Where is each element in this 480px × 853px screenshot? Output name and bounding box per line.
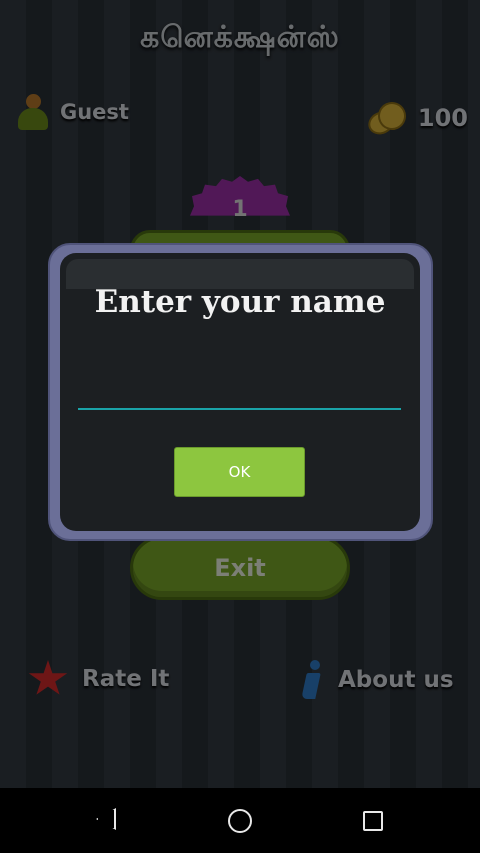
back-icon[interactable]: [96, 808, 116, 830]
dialog-title: Enter your name: [94, 284, 386, 320]
home-icon[interactable]: [228, 809, 252, 833]
background-screen: கனெக்க்ஷன்ஸ் Guest 100 1 Exit Rate It Ab…: [0, 0, 480, 788]
ok-button[interactable]: OK: [174, 447, 305, 497]
system-nav-bar: [0, 788, 480, 853]
recent-apps-icon[interactable]: [363, 811, 383, 831]
name-input[interactable]: [78, 370, 401, 410]
